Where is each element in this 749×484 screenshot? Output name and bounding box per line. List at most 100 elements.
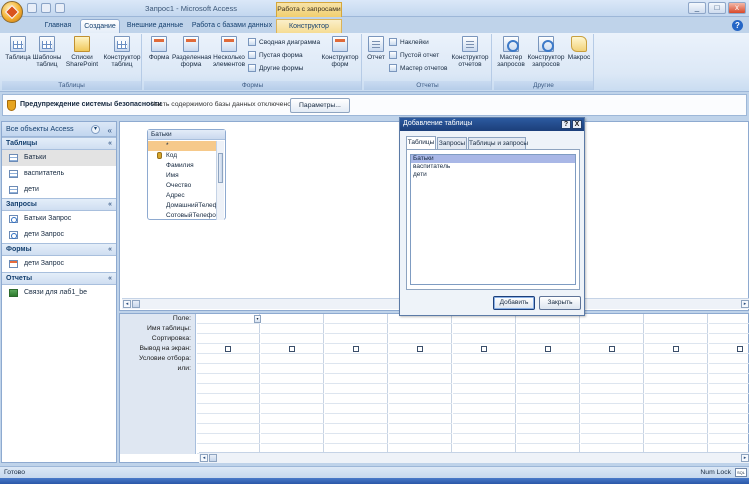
- grid-column[interactable]: [389, 314, 452, 454]
- nav-collapse-icon[interactable]: «: [108, 124, 112, 138]
- grid-cell[interactable]: [261, 394, 324, 404]
- redo-icon[interactable]: [55, 3, 65, 13]
- grid-cell[interactable]: [261, 414, 324, 424]
- grid-cell[interactable]: [261, 404, 324, 414]
- dialog-list-item[interactable]: Батьки: [411, 155, 575, 163]
- split-form-button[interactable]: Разделенная форма: [172, 36, 211, 68]
- report-wizard-button[interactable]: Мастер отчетов: [389, 64, 448, 72]
- grid-cell[interactable]: [453, 374, 516, 384]
- grid-cell[interactable]: [517, 324, 580, 334]
- nav-item-table[interactable]: дети: [2, 182, 116, 198]
- dialog-add-button[interactable]: Добавить: [493, 296, 535, 310]
- report-designer-button[interactable]: Конструктор отчетов: [450, 36, 490, 68]
- table-button[interactable]: Таблица: [4, 36, 32, 61]
- grid-cell[interactable]: [517, 364, 580, 374]
- grid-cell[interactable]: [389, 354, 452, 364]
- grid-cell[interactable]: [581, 314, 644, 324]
- scroll-left-icon[interactable]: ◂: [200, 454, 208, 462]
- nav-section-tables[interactable]: Таблицы «: [2, 137, 116, 150]
- grid-cell[interactable]: [261, 424, 324, 434]
- grid-cell[interactable]: [197, 374, 260, 384]
- grid-cell[interactable]: [581, 324, 644, 334]
- grid-column[interactable]: [325, 314, 388, 454]
- query-designer-button[interactable]: Конструктор запросов: [527, 36, 565, 68]
- sql-view-icon[interactable]: SQL: [735, 468, 747, 477]
- nav-header[interactable]: Все объекты Access ▾ «: [2, 122, 116, 137]
- grid-cell[interactable]: [709, 394, 749, 404]
- grid-cell[interactable]: [645, 314, 708, 324]
- grid-cell[interactable]: [581, 354, 644, 364]
- grid-cell[interactable]: [709, 424, 749, 434]
- grid-cell[interactable]: [453, 324, 516, 334]
- dialog-table-list[interactable]: Батьки васпитатель дети: [410, 154, 576, 285]
- grid-cell[interactable]: [453, 384, 516, 394]
- field-item[interactable]: Фамилия: [148, 161, 217, 171]
- grid-cell[interactable]: [709, 384, 749, 394]
- field-item[interactable]: Очество: [148, 181, 217, 191]
- save-icon[interactable]: [27, 3, 37, 13]
- grid-cell[interactable]: [709, 414, 749, 424]
- sharepoint-lists-button[interactable]: Списки SharePoint: [64, 36, 100, 68]
- grid-cell[interactable]: [453, 434, 516, 444]
- grid-cell[interactable]: [517, 424, 580, 434]
- grid-cell[interactable]: [389, 364, 452, 374]
- grid-cell[interactable]: [197, 424, 260, 434]
- grid-cell[interactable]: [261, 314, 324, 324]
- grid-cell[interactable]: [261, 344, 324, 354]
- grid-cell[interactable]: [581, 364, 644, 374]
- scroll-right-icon[interactable]: ▸: [741, 300, 749, 308]
- grid-cell[interactable]: [325, 374, 388, 384]
- grid-cell[interactable]: [389, 384, 452, 394]
- grid-cell[interactable]: [453, 364, 516, 374]
- grid-cell[interactable]: [453, 404, 516, 414]
- grid-cell[interactable]: [389, 434, 452, 444]
- grid-cell[interactable]: [197, 334, 260, 344]
- grid-cell[interactable]: [517, 334, 580, 344]
- grid-cell[interactable]: [645, 404, 708, 414]
- grid-cell[interactable]: [389, 394, 452, 404]
- grid-cell[interactable]: [517, 384, 580, 394]
- grid-column[interactable]: [709, 314, 749, 454]
- grid-cell[interactable]: [645, 414, 708, 424]
- grid-cell[interactable]: [389, 404, 452, 414]
- grid-cell[interactable]: [325, 314, 388, 324]
- scroll-right-icon[interactable]: ▸: [741, 454, 749, 462]
- grid-cell[interactable]: [517, 354, 580, 364]
- scroll-thumb[interactable]: [209, 454, 217, 462]
- grid-hscroll[interactable]: ◂ ▸: [199, 452, 749, 463]
- dialog-help-button[interactable]: ?: [561, 120, 571, 129]
- field-item[interactable]: Код: [148, 151, 217, 161]
- undo-icon[interactable]: [41, 3, 51, 13]
- grid-cell[interactable]: [197, 434, 260, 444]
- form-designer-button[interactable]: Конструктор форм: [320, 36, 360, 68]
- grid-cell[interactable]: [261, 364, 324, 374]
- grid-cell[interactable]: [517, 434, 580, 444]
- grid-cell[interactable]: [517, 414, 580, 424]
- dialog-close-btn[interactable]: Закрыть: [539, 296, 581, 310]
- nav-item-query[interactable]: дети Запрос: [2, 227, 116, 243]
- show-checkbox[interactable]: [417, 346, 423, 352]
- grid-cell[interactable]: [709, 434, 749, 444]
- grid-cell[interactable]: [645, 374, 708, 384]
- more-forms-button[interactable]: Другие формы: [248, 64, 303, 72]
- nav-dropdown-icon[interactable]: ▾: [91, 125, 100, 134]
- grid-cell[interactable]: [709, 374, 749, 384]
- grid-cell[interactable]: [261, 324, 324, 334]
- show-checkbox[interactable]: [225, 346, 231, 352]
- office-button[interactable]: [1, 1, 23, 23]
- grid-cell[interactable]: [325, 334, 388, 344]
- grid-cell[interactable]: [581, 414, 644, 424]
- field-list-title[interactable]: Батьки: [148, 130, 225, 140]
- grid-cell[interactable]: [197, 354, 260, 364]
- grid-cell[interactable]: [197, 404, 260, 414]
- grid-cell[interactable]: [197, 414, 260, 424]
- nav-item-table[interactable]: Батьки: [2, 150, 116, 166]
- show-checkbox[interactable]: [353, 346, 359, 352]
- field-item[interactable]: ДомашнийТелеф: [148, 201, 217, 211]
- grid-cell[interactable]: [581, 424, 644, 434]
- grid-cell[interactable]: [325, 354, 388, 364]
- grid-cell[interactable]: [645, 434, 708, 444]
- field-list-scrollbar[interactable]: [216, 141, 224, 220]
- grid-cell[interactable]: [517, 394, 580, 404]
- grid-cell[interactable]: [389, 374, 452, 384]
